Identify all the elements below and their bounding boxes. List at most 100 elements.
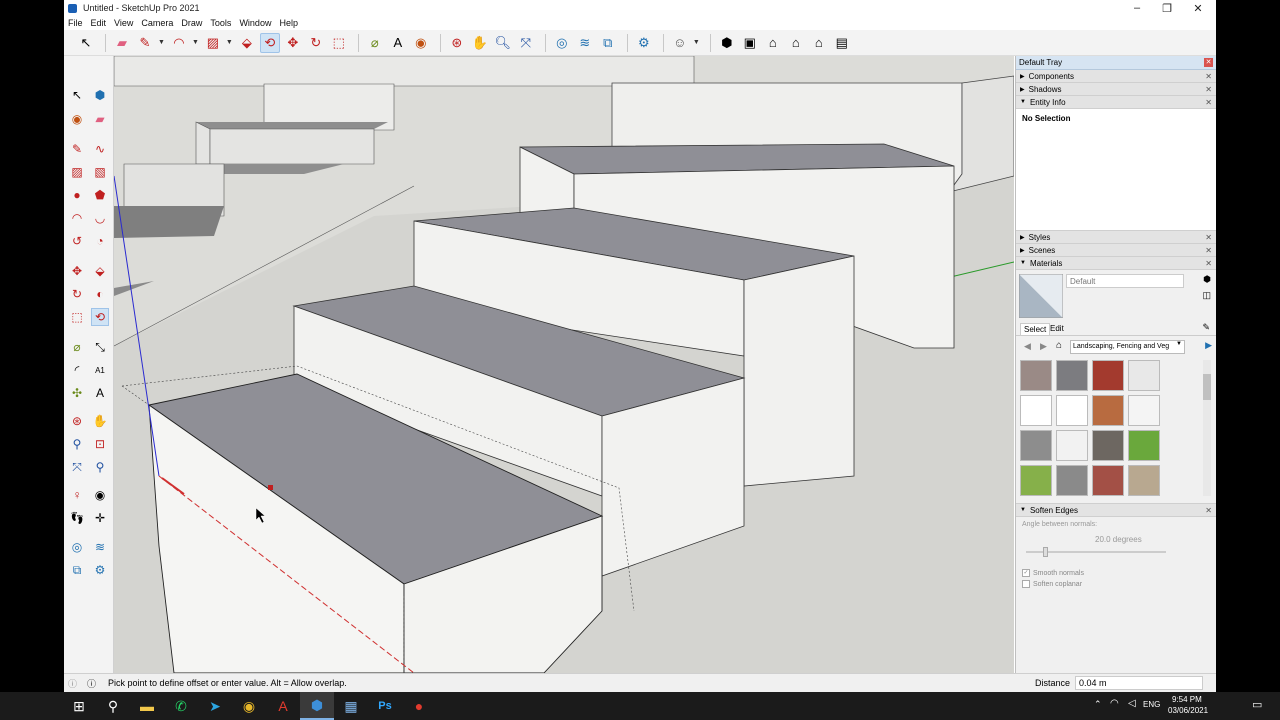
panel-scenes[interactable]: ▶ Scenes ✕ (1016, 244, 1216, 257)
sketchup-taskbar-icon[interactable]: ⬢ (300, 692, 334, 720)
polygon-tool-icon[interactable]: ⬟ (91, 186, 109, 204)
panel-components[interactable]: ▶ Components ✕ (1016, 70, 1216, 83)
panel-close-icon[interactable]: ✕ (1205, 506, 1212, 515)
panel-close-icon[interactable]: ✕ (1205, 85, 1212, 94)
zoom-icon[interactable]: 🔍︎ (493, 33, 513, 53)
scale-tool-icon[interactable]: ⬚ (329, 33, 349, 53)
front-view-icon[interactable]: ⌂ (763, 33, 783, 53)
back-arrow-icon[interactable]: ◀ (1024, 341, 1031, 352)
show-hidden-icons-icon[interactable]: ⌃ (1094, 699, 1102, 710)
clock-time[interactable]: 9:54 PM (1172, 695, 1202, 704)
select-tool-icon[interactable]: ↖ (76, 33, 96, 53)
paint-bucket-icon[interactable]: ◉ (68, 110, 86, 128)
rotate-tool-icon[interactable]: ↻ (306, 33, 326, 53)
top-view-icon[interactable]: ▣ (740, 33, 760, 53)
chevron-down-icon[interactable]: ▼ (1176, 341, 1182, 347)
user-account-icon[interactable]: ☺ (670, 33, 690, 53)
right-view-icon[interactable]: ⌂ (786, 33, 806, 53)
create-material-icon[interactable]: ⬢ (1203, 274, 1211, 285)
close-button[interactable]: ✕ (1183, 0, 1213, 16)
pie-tool-icon[interactable]: ◔ (91, 232, 109, 250)
material-swatch-pebbles[interactable] (1128, 465, 1160, 496)
telegram-icon[interactable]: ➤ (198, 692, 232, 720)
chevron-down-icon[interactable]: ▼ (693, 39, 700, 46)
chevron-down-icon[interactable]: ▼ (158, 39, 165, 46)
section-plane-icon[interactable]: ✛ (91, 509, 109, 527)
recorder-icon[interactable]: ● (402, 692, 436, 720)
default-material-icon[interactable]: ◫ (1202, 290, 1211, 301)
extension-manager-icon[interactable]: ⚙ (91, 561, 109, 579)
tab-edit[interactable]: Edit (1050, 324, 1064, 333)
menu-camera[interactable]: Camera (141, 18, 173, 28)
extension-warehouse-icon[interactable]: ≋ (91, 538, 109, 556)
menu-draw[interactable]: Draw (181, 18, 202, 28)
material-swatch-stone-wall[interactable] (1056, 360, 1088, 391)
tape-measure-icon[interactable]: ⌀ (365, 33, 385, 53)
material-swatch-crossed-timber[interactable] (1092, 395, 1124, 426)
previous-view-icon[interactable]: ⚲ (91, 458, 109, 476)
zoom-window-icon[interactable]: ⊡ (91, 435, 109, 453)
home-icon[interactable]: ⌂ (1056, 340, 1062, 351)
move-tool-icon[interactable]: ✥ (68, 262, 86, 280)
look-around-icon[interactable]: ◉ (91, 486, 109, 504)
rotate-tool-icon[interactable]: ↻ (68, 285, 86, 303)
tape-measure-icon[interactable]: ⌀ (68, 338, 86, 356)
material-swatch-lattice-red[interactable] (1056, 395, 1088, 426)
material-swatch-grass[interactable] (1128, 430, 1160, 461)
panel-entity-info[interactable]: ▼ Entity Info ✕ (1016, 96, 1216, 109)
panel-soften-edges[interactable]: ▼ Soften Edges ✕ (1016, 504, 1216, 517)
volume-icon[interactable]: ◁ (1128, 698, 1136, 709)
arc-tool-icon[interactable]: ◠ (68, 209, 86, 227)
component-icon[interactable]: ⬢ (91, 86, 109, 104)
search-icon[interactable]: ⚲ (96, 692, 130, 720)
chrome-icon[interactable]: ◉ (232, 692, 266, 720)
menu-window[interactable]: Window (239, 18, 271, 28)
angle-slider-thumb[interactable] (1042, 547, 1048, 557)
material-swatch-iron-fence[interactable] (1128, 395, 1160, 426)
position-camera-icon[interactable]: ♀ (68, 486, 86, 504)
eraser-icon[interactable]: ▰ (91, 110, 109, 128)
windows-start-icon[interactable]: ⊞ (62, 692, 96, 720)
text-tool-icon[interactable]: A1 (91, 361, 109, 379)
warehouse-icon[interactable]: ◎ (552, 33, 572, 53)
soften-coplanar-option[interactable]: Soften coplanar (1022, 580, 1082, 588)
material-swatch-fence-wire[interactable] (1128, 360, 1160, 391)
angle-slider[interactable] (1026, 547, 1166, 557)
axes-tool-icon[interactable]: ✣ (68, 384, 86, 402)
layout-icon[interactable]: ⧉ (68, 561, 86, 579)
menu-tools[interactable]: Tools (210, 18, 231, 28)
move-tool-icon[interactable]: ✥ (283, 33, 303, 53)
back-view-icon[interactable]: ⌂ (809, 33, 829, 53)
panel-styles[interactable]: ▶ Styles ✕ (1016, 231, 1216, 244)
paint-bucket-icon[interactable]: ◉ (411, 33, 431, 53)
chevron-down-icon[interactable]: ▼ (226, 39, 233, 46)
layout-icon[interactable]: ⧉ (598, 33, 618, 53)
line-tool-icon[interactable]: ✎ (68, 140, 86, 158)
orbit-icon[interactable]: ⊛ (68, 412, 86, 430)
wifi-icon[interactable]: ◠ (1110, 698, 1119, 709)
minimize-button[interactable]: – (1122, 0, 1152, 16)
measurements-box[interactable]: 0.04 m (1075, 676, 1203, 690)
offset-tool-icon[interactable]: ⟲ (91, 308, 109, 326)
eyedropper-icon[interactable]: ✎ (1202, 322, 1210, 333)
panel-materials[interactable]: ▼ Materials ✕ (1016, 257, 1216, 270)
freehand-icon[interactable]: ∿ (91, 140, 109, 158)
text-tool-icon[interactable]: A (388, 33, 408, 53)
calculator-icon[interactable]: ▦ (334, 692, 368, 720)
rectangle-tool-icon[interactable]: ▨ (203, 33, 223, 53)
instructor-icon[interactable]: ⓘ (87, 677, 96, 690)
material-swatch-grey-fence[interactable] (1020, 430, 1052, 461)
panel-close-icon[interactable]: ✕ (1205, 233, 1212, 242)
eraser-icon[interactable]: ▰ (112, 33, 132, 53)
dimension-tool-icon[interactable]: ⤡ (91, 338, 109, 356)
offset-tool-icon[interactable]: ⟲ (259, 32, 280, 53)
walk-icon[interactable]: 👣︎ (68, 509, 86, 527)
line-tool-icon[interactable]: ✎ (135, 33, 155, 53)
zoom-extents-icon[interactable]: ⤧ (516, 33, 536, 53)
warehouse-icon[interactable]: ◎ (68, 538, 86, 556)
soften-coplanar-checkbox[interactable] (1022, 580, 1030, 588)
protractor-icon[interactable]: ◜ (68, 361, 86, 379)
material-swatch-lattice-diamond[interactable] (1020, 395, 1052, 426)
follow-me-icon[interactable]: ◐ (91, 285, 109, 303)
material-swatch-red-gravel[interactable] (1092, 360, 1124, 391)
